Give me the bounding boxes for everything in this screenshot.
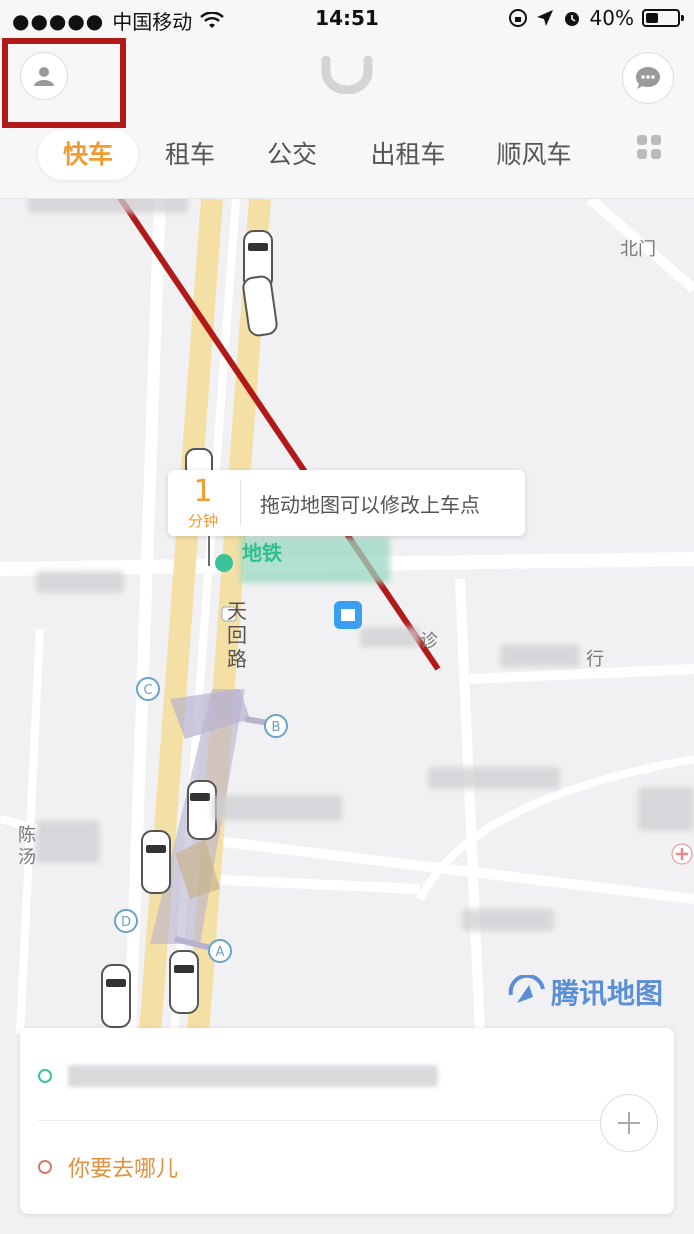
exit-marker-a: A bbox=[216, 945, 225, 960]
start-location-row[interactable] bbox=[38, 1048, 638, 1104]
tencent-map-logo-icon bbox=[508, 975, 545, 1003]
tab-bus[interactable]: 公交 bbox=[252, 130, 332, 180]
service-tabs: 快车 租车 公交 出租车 顺风车 bbox=[0, 120, 694, 199]
road-name-label: 天回路 bbox=[227, 599, 247, 671]
destination-dot-icon bbox=[38, 1160, 52, 1174]
pickup-eta-tooltip[interactable]: 1 分钟 拖动地图可以修改上车点 bbox=[168, 470, 525, 566]
tab-taxi[interactable]: 出租车 bbox=[358, 130, 458, 180]
blurred-label bbox=[500, 645, 580, 667]
start-location-blurred bbox=[68, 1065, 438, 1087]
watermark-text: 腾讯地图 bbox=[551, 977, 664, 1010]
pin-stem bbox=[208, 536, 210, 566]
blurred-label bbox=[36, 571, 124, 593]
add-stop-button[interactable] bbox=[600, 1094, 658, 1152]
blurred-label bbox=[462, 909, 554, 931]
trip-panel: 你要去哪儿 bbox=[20, 1028, 674, 1214]
messages-button[interactable] bbox=[622, 52, 674, 104]
drag-hint-text: 拖动地图可以修改上车点 bbox=[260, 493, 480, 517]
map-label-left-2: 汤 bbox=[18, 847, 36, 868]
status-right: 40% bbox=[508, 6, 684, 30]
alarm-icon bbox=[564, 12, 579, 26]
blurred-label bbox=[28, 199, 188, 213]
blurred-label bbox=[638, 787, 694, 831]
annotation-highlight-box bbox=[2, 38, 126, 128]
north-gate-label: 北门 bbox=[620, 239, 656, 260]
poi-label: 地铁 bbox=[242, 541, 282, 565]
clinic-label: 诊 bbox=[420, 631, 438, 652]
tab-carpool[interactable]: 顺风车 bbox=[482, 130, 586, 180]
more-services-icon[interactable] bbox=[637, 135, 661, 159]
exit-marker-c: C bbox=[143, 683, 152, 698]
battery-icon bbox=[642, 9, 684, 27]
eta-unit: 分钟 bbox=[187, 512, 218, 530]
blurred-label bbox=[428, 767, 560, 789]
exit-marker-d: D bbox=[121, 915, 131, 930]
app-logo bbox=[321, 55, 373, 94]
divider bbox=[38, 1120, 614, 1121]
rotation-lock-icon bbox=[508, 9, 527, 27]
blurred-label bbox=[360, 627, 420, 647]
exit-marker-b: B bbox=[272, 720, 281, 735]
battery-percent: 40% bbox=[589, 6, 634, 30]
status-bar: ●●●●● 中国移动 14:51 40% bbox=[0, 0, 694, 38]
start-dot-icon bbox=[38, 1069, 52, 1083]
destination-row[interactable]: 你要去哪儿 bbox=[38, 1142, 178, 1192]
eta-minutes: 1 bbox=[193, 474, 213, 509]
tab-express[interactable]: 快车 bbox=[38, 130, 138, 180]
map-view[interactable]: C B D A 天回路 地铁 北门 诊 行 陈 汤 1 分钟 拖动地图可以修改上… bbox=[0, 199, 694, 1034]
blurred-label bbox=[36, 821, 100, 863]
location-arrow-icon bbox=[536, 10, 553, 26]
map-canvas: C B D A bbox=[0, 199, 694, 1034]
destination-placeholder: 你要去哪儿 bbox=[68, 1157, 179, 1182]
bank-label: 行 bbox=[586, 649, 604, 670]
plus-icon bbox=[618, 1112, 640, 1134]
chat-bubble-icon bbox=[636, 67, 660, 89]
tencent-map-watermark: 腾讯地图 bbox=[507, 972, 663, 1012]
tab-car-rental[interactable]: 租车 bbox=[150, 130, 230, 180]
blurred-label bbox=[212, 795, 342, 821]
